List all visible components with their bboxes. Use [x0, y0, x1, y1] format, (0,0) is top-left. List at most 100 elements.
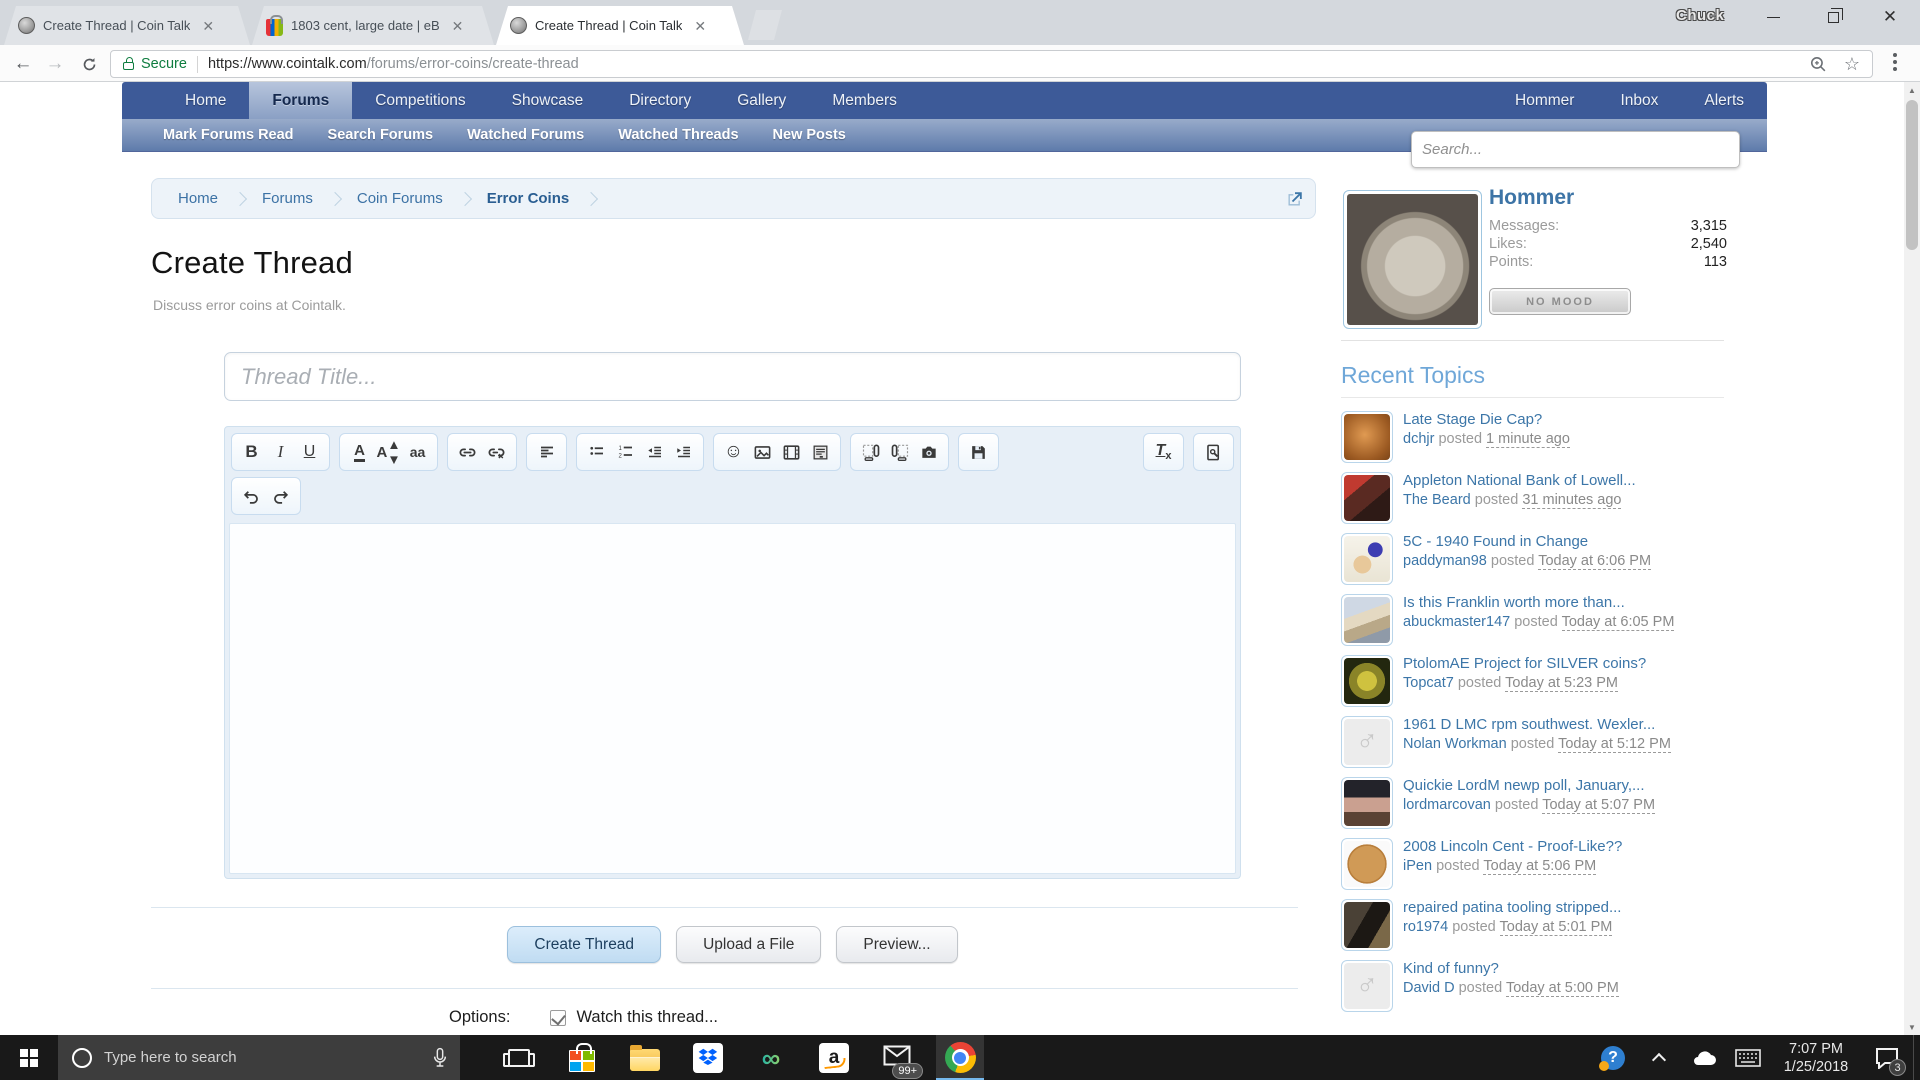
subnav-mark-forums-read[interactable]: Mark Forums Read — [146, 127, 311, 143]
file-explorer-button[interactable] — [621, 1035, 669, 1080]
breadcrumb-coin-forums[interactable]: Coin Forums — [357, 190, 443, 207]
window-restore-button[interactable] — [1805, 0, 1861, 34]
gallery-embed-button[interactable] — [914, 437, 943, 467]
jump-to-navigation-icon[interactable] — [1285, 189, 1305, 209]
text-color-button[interactable]: A — [354, 443, 365, 462]
nav-item-showcase[interactable]: Showcase — [489, 82, 607, 119]
create-thread-button[interactable]: Create Thread — [507, 926, 661, 963]
bullet-list-button[interactable] — [582, 437, 611, 467]
bookmark-star-icon[interactable]: ☆ — [1844, 54, 1860, 75]
topic-author[interactable]: lordmarcovan — [1403, 797, 1491, 813]
topic-title[interactable]: repaired patina tooling stripped... — [1403, 899, 1621, 916]
indent-button[interactable] — [669, 437, 698, 467]
amazon-button[interactable]: a — [810, 1035, 858, 1080]
topic-avatar[interactable]: ♂ — [1341, 716, 1393, 768]
topic-author[interactable]: Topcat7 — [1403, 675, 1454, 691]
topic-title[interactable]: PtolomAE Project for SILVER coins? — [1403, 655, 1646, 672]
infinity-app-button[interactable]: ∞ — [747, 1035, 795, 1080]
topic-author[interactable]: abuckmaster147 — [1403, 614, 1510, 630]
window-minimize-button[interactable] — [1745, 0, 1801, 34]
chrome-taskbar-button[interactable] — [936, 1035, 984, 1080]
topic-author[interactable]: paddyman98 — [1403, 553, 1487, 569]
touch-keyboard-button[interactable] — [1728, 1035, 1768, 1080]
topic-title[interactable]: Is this Franklin worth more than... — [1403, 594, 1625, 611]
subnav-new-posts[interactable]: New Posts — [756, 127, 863, 143]
browser-profile-name[interactable]: Chuck — [1676, 7, 1724, 24]
subnav-watched-threads[interactable]: Watched Threads — [601, 127, 755, 143]
topic-author[interactable]: ro1974 — [1403, 919, 1448, 935]
browser-tab-3-active[interactable]: Create Thread | Coin Talk ✕ — [496, 6, 744, 45]
preview-button[interactable]: Preview... — [836, 926, 957, 963]
insert-quote-button[interactable] — [806, 437, 835, 467]
nav-item-forums[interactable]: Forums — [249, 82, 352, 119]
nav-item-alerts[interactable]: Alerts — [1681, 82, 1767, 119]
topic-time[interactable]: Today at 5:01 PM — [1500, 919, 1613, 936]
topic-time[interactable]: 31 minutes ago — [1522, 492, 1621, 509]
italic-button[interactable]: I — [266, 437, 295, 467]
nav-item-home[interactable]: Home — [162, 82, 249, 119]
page-scrollbar[interactable]: ▲ ▼ — [1904, 82, 1920, 1035]
topic-list-item[interactable]: ♂ Kind of funny? David D posted Today at… — [1341, 958, 1727, 1019]
onedrive-tray-button[interactable] — [1684, 1035, 1724, 1080]
forward-button[interactable]: → — [40, 49, 70, 79]
subnav-search-forums[interactable]: Search Forums — [311, 127, 451, 143]
topic-time[interactable]: Today at 5:00 PM — [1506, 980, 1619, 997]
back-button[interactable]: ← — [8, 49, 38, 79]
topic-title[interactable]: Quickie LordM newp poll, January,... — [1403, 777, 1645, 794]
topic-time[interactable]: 1 minute ago — [1486, 431, 1570, 448]
topic-list-item[interactable]: Is this Franklin worth more than... abuc… — [1341, 592, 1727, 653]
topic-list-item[interactable]: 2008 Lincoln Cent - Proof-Like?? iPen po… — [1341, 836, 1727, 897]
address-bar[interactable]: Secure https://www.cointalk.com/forums/e… — [110, 50, 1873, 78]
no-mood-button[interactable]: NO MOOD — [1489, 288, 1631, 315]
topic-author[interactable]: iPen — [1403, 858, 1432, 874]
topic-time[interactable]: Today at 5:06 PM — [1483, 858, 1596, 875]
bold-button[interactable]: B — [237, 437, 266, 467]
tab-close-icon[interactable]: ✕ — [694, 19, 706, 33]
subnav-watched-forums[interactable]: Watched Forums — [450, 127, 601, 143]
topic-author[interactable]: dchjr — [1403, 431, 1434, 447]
thread-title-input[interactable] — [224, 352, 1241, 401]
topic-list-item[interactable]: Quickie LordM newp poll, January,... lor… — [1341, 775, 1727, 836]
insert-image-button[interactable] — [748, 437, 777, 467]
redo-button[interactable] — [266, 481, 295, 511]
watch-thread-checkbox[interactable] — [550, 1010, 566, 1026]
remove-formatting-button[interactable]: Tx — [1149, 437, 1178, 467]
new-tab-button[interactable] — [748, 10, 782, 40]
watch-thread-label[interactable]: Watch this thread... — [576, 1008, 718, 1027]
show-desktop-button[interactable] — [1913, 1035, 1920, 1080]
topic-list-item[interactable]: PtolomAE Project for SILVER coins? Topca… — [1341, 653, 1727, 714]
nav-item-members[interactable]: Members — [809, 82, 920, 119]
tray-expand-button[interactable] — [1642, 1035, 1676, 1080]
topic-list-item[interactable]: repaired patina tooling stripped... ro19… — [1341, 897, 1727, 958]
topic-avatar[interactable]: ♂ — [1341, 960, 1393, 1012]
tab-close-icon[interactable]: ✕ — [452, 19, 464, 33]
outdent-button[interactable] — [640, 437, 669, 467]
topic-avatar[interactable] — [1341, 533, 1393, 585]
nav-item-account[interactable]: Hommer — [1492, 82, 1597, 119]
topic-title[interactable]: Appleton National Bank of Lowell... — [1403, 472, 1636, 489]
taskbar-search-box[interactable]: Type here to search — [58, 1035, 460, 1080]
drafts-save-button[interactable] — [964, 437, 993, 467]
float-left-button[interactable] — [856, 437, 885, 467]
upload-file-button[interactable]: Upload a File — [676, 926, 821, 963]
profile-username[interactable]: Hommer — [1489, 186, 1574, 210]
undo-button[interactable] — [237, 481, 266, 511]
site-search-input[interactable] — [1412, 141, 1739, 158]
topic-avatar[interactable] — [1341, 655, 1393, 707]
underline-button[interactable]: U — [295, 437, 324, 467]
topic-time[interactable]: Today at 5:07 PM — [1542, 797, 1655, 814]
scroll-down-icon[interactable]: ▼ — [1904, 1019, 1920, 1035]
message-body-editor[interactable] — [229, 523, 1236, 874]
profile-avatar[interactable] — [1343, 190, 1482, 329]
site-search-box[interactable] — [1411, 131, 1740, 168]
ordered-list-button[interactable]: 12 — [611, 437, 640, 467]
topic-title[interactable]: Kind of funny? — [1403, 960, 1499, 977]
font-size-button[interactable]: A▲▼ — [374, 437, 403, 467]
text-align-button[interactable] — [532, 437, 561, 467]
topic-time[interactable]: Today at 6:05 PM — [1562, 614, 1675, 631]
microphone-icon[interactable] — [432, 1047, 448, 1069]
insert-media-button[interactable] — [777, 437, 806, 467]
float-right-button[interactable] — [885, 437, 914, 467]
browser-tab-2[interactable]: 1803 cent, large date | eB ✕ — [252, 6, 494, 45]
topic-avatar[interactable] — [1341, 594, 1393, 646]
